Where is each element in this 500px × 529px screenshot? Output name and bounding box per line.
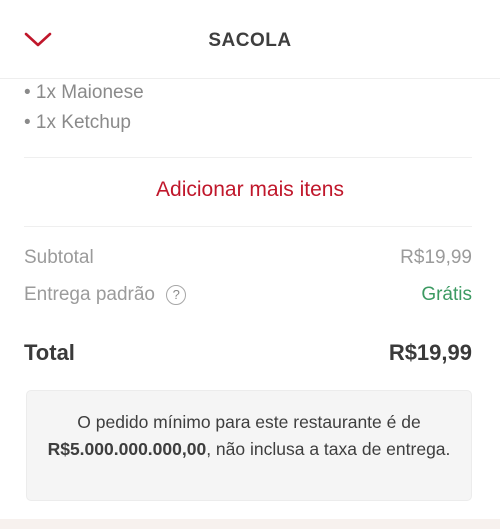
page-title: SACOLA (208, 30, 292, 51)
divider (24, 157, 472, 158)
help-icon[interactable]: ? (166, 284, 187, 305)
divider (24, 226, 472, 227)
add-more-items-button[interactable]: Adicionar mais itens (0, 178, 500, 202)
delivery-row: Entrega padrão ? Grátis (24, 284, 472, 306)
subtotal-value: R$19,99 (400, 247, 472, 268)
header: SACOLA (0, 0, 500, 79)
total-label: Total (24, 340, 75, 365)
addon-item-maionese: • 1x Maionese (24, 82, 144, 103)
total-value: R$19,99 (388, 340, 472, 365)
notice-text-before: O pedido mínimo para este restaurante é … (77, 412, 421, 432)
addon-item-ketchup: • 1x Ketchup (24, 112, 131, 133)
notice-text-after: , não inclusa a taxa de entrega. (206, 439, 451, 459)
total-row: Total R$19,99 (24, 340, 472, 366)
bottom-strip (0, 519, 500, 529)
subtotal-row: Subtotal R$19,99 (24, 247, 472, 269)
delivery-label: Entrega padrão (24, 284, 155, 305)
minimum-order-notice: O pedido mínimo para este restaurante é … (26, 390, 472, 501)
notice-minimum-value: R$5.000.000.000,00 (47, 439, 207, 459)
delivery-value: Grátis (421, 284, 472, 305)
subtotal-label: Subtotal (24, 247, 94, 268)
